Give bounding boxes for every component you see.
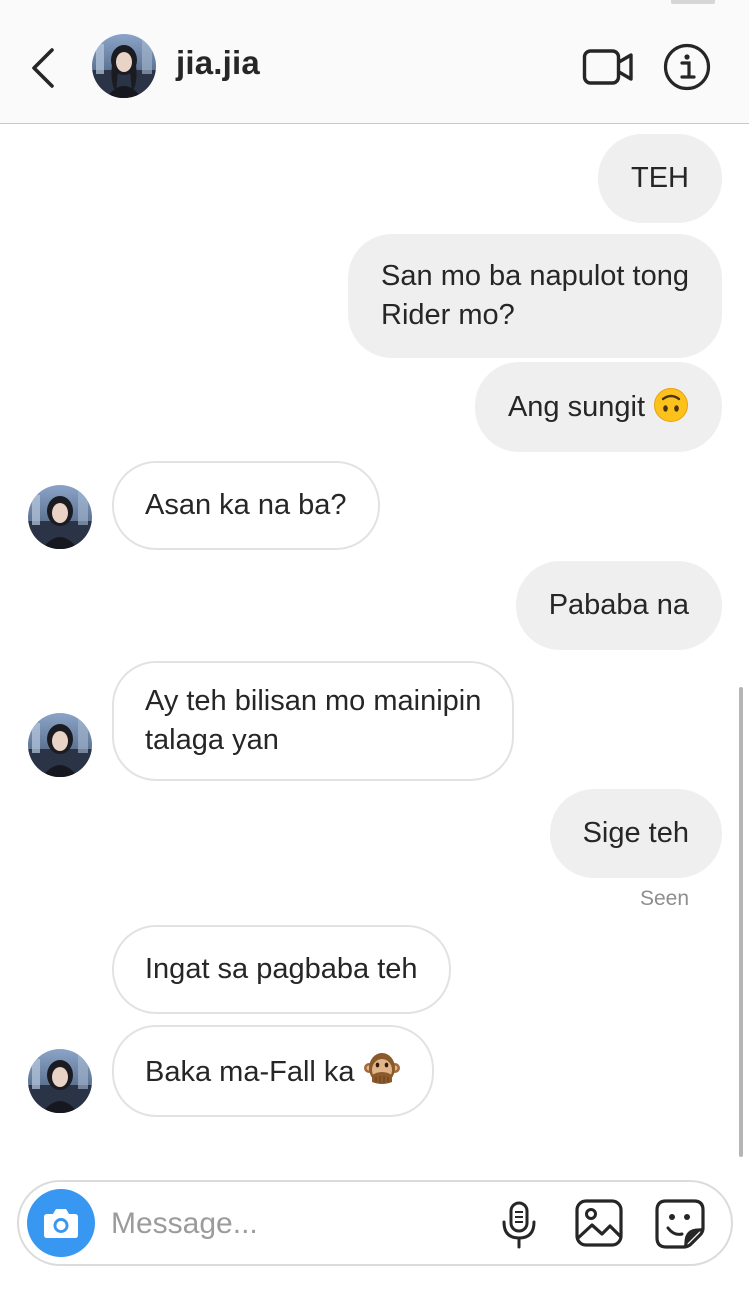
message-text: Baka ma-Fall ka (145, 1056, 355, 1088)
incoming-message[interactable]: Asan ka na ba? (112, 461, 380, 550)
message-text-line-2: Rider mo? (381, 299, 515, 331)
sticker-button[interactable] (654, 1198, 706, 1250)
image-gallery-icon (575, 1199, 623, 1247)
message-composer (17, 1180, 733, 1266)
contact-avatar[interactable] (28, 1049, 92, 1113)
back-button[interactable] (22, 42, 66, 94)
voice-message-button[interactable] (499, 1200, 539, 1250)
message-text-line-2: talaga yan (145, 724, 279, 756)
sticker-icon (655, 1199, 705, 1249)
incoming-message[interactable]: Ay teh bilisan mo mainipin talaga yan (112, 661, 515, 781)
message-text: Ang sungit (507, 391, 645, 423)
chevron-left-icon (32, 48, 54, 88)
message-text: Asan ka na ba? (145, 489, 347, 521)
conversation-info-button[interactable] (663, 43, 711, 91)
seen-receipt: Seen (639, 887, 689, 910)
contact-avatar[interactable] (28, 485, 92, 549)
outgoing-message[interactable]: San mo ba napulot tong Rider mo? (348, 234, 722, 358)
info-icon (663, 43, 711, 91)
microphone-icon (502, 1201, 536, 1249)
video-camera-icon (582, 49, 633, 85)
video-call-button[interactable] (582, 46, 634, 88)
message-text: Sige teh (582, 817, 689, 849)
message-input[interactable] (109, 1194, 483, 1254)
message-text: Ingat sa pagbaba teh (145, 953, 418, 985)
message-text: San mo ba napulot tong (381, 260, 689, 292)
contact-avatar[interactable] (28, 713, 92, 777)
message-text: Ay teh bilisan mo mainipin (145, 685, 482, 717)
chat-header: jia.jia (0, 0, 749, 124)
scrollbar[interactable] (739, 687, 743, 1157)
message-text: Pababa na (548, 589, 689, 621)
incoming-message[interactable]: Ingat sa pagbaba teh (112, 925, 451, 1014)
camera-icon (44, 1209, 78, 1238)
outgoing-message[interactable]: Ang sungit (474, 362, 722, 452)
outgoing-message[interactable]: Pababa na (515, 561, 722, 650)
status-indicator (671, 0, 715, 4)
gallery-button[interactable] (574, 1198, 626, 1248)
message-text: TEH (631, 162, 689, 194)
speak-no-evil-monkey-emoji-icon (363, 1053, 400, 1084)
message-thread: TEH San mo ba napulot tong Rider mo? Ang… (0, 124, 749, 1174)
upside-down-face-emoji-icon (654, 388, 688, 422)
outgoing-message[interactable]: Sige teh (549, 789, 722, 878)
direct-message-screen: jia.jia TEH San mo ba napulot tong Rider… (0, 0, 749, 1302)
contact-username[interactable]: jia.jia (176, 44, 260, 82)
outgoing-message[interactable]: TEH (598, 134, 722, 223)
contact-avatar[interactable] (92, 34, 156, 98)
incoming-message[interactable]: Baka ma-Fall ka (112, 1025, 434, 1117)
camera-button[interactable] (27, 1189, 95, 1257)
